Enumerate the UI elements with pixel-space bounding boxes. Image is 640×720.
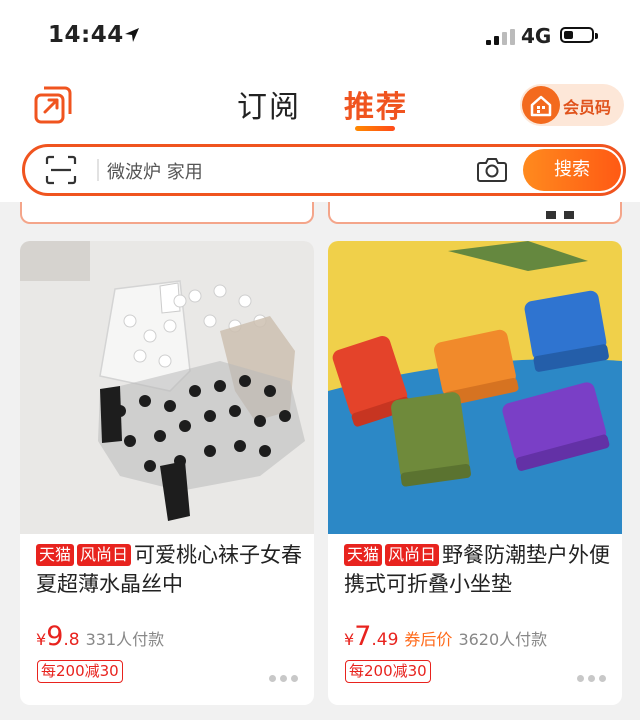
battery-icon	[560, 27, 598, 43]
more-options-icon[interactable]	[265, 667, 298, 686]
price-row: ¥7.49 券后价 3620人付款	[344, 621, 548, 652]
scan-icon[interactable]	[45, 155, 77, 185]
tmall-badge: 天猫	[36, 544, 75, 566]
tab-subscribe[interactable]: 订阅	[237, 82, 301, 126]
status-time: 14:44	[48, 22, 124, 48]
product-title-text: 可爱桃心袜子女春夏超薄水晶丝中	[36, 543, 303, 596]
product-title-text: 野餐防潮垫户外便携式可折叠小坐垫	[344, 543, 611, 596]
product-card[interactable]: 天猫 风尚日 野餐防潮垫户外便携式可折叠小坐垫 ¥7.49 券后价 3620人付款 每2…	[328, 241, 622, 705]
price-decimal: .8	[63, 630, 80, 650]
product-title[interactable]: 天猫 风尚日 野餐防潮垫户外便携式可折叠小坐垫	[344, 541, 612, 599]
previous-card-left[interactable]	[20, 202, 314, 224]
search-bar[interactable]: 微波炉 家用 搜索	[22, 144, 626, 196]
active-tab-indicator	[355, 126, 395, 131]
fashion-day-badge: 风尚日	[385, 544, 440, 566]
sold-count: 331人付款	[85, 630, 165, 649]
search-divider	[97, 159, 99, 181]
search-input[interactable]: 微波炉 家用	[107, 158, 203, 184]
location-arrow-icon	[125, 28, 139, 42]
price-decimal: .49	[371, 630, 399, 650]
promo-tag: 每200减30	[37, 660, 123, 683]
coupon-price-label: 券后价	[404, 630, 453, 649]
price-row: ¥9.8 331人付款	[36, 621, 165, 652]
foldable-seat-pads-photo[interactable]	[328, 241, 622, 534]
heart-pattern-socks-photo[interactable]	[20, 241, 314, 534]
product-card[interactable]: 天猫 风尚日 可爱桃心袜子女春夏超薄水晶丝中 ¥9.8 331人付款 每200减30	[20, 241, 314, 705]
search-button[interactable]: 搜索	[523, 149, 621, 191]
header: 订阅 推荐 会员码 微波炉 家用 搜索	[0, 72, 640, 202]
network-type: 4G	[521, 24, 552, 48]
signal-strength-icon	[486, 29, 515, 45]
member-code-button[interactable]: 会员码	[520, 84, 624, 126]
product-title[interactable]: 天猫 风尚日 可爱桃心袜子女春夏超薄水晶丝中	[36, 541, 304, 599]
previous-card-right[interactable]	[328, 202, 622, 224]
status-bar: 14:44 4G	[0, 0, 640, 72]
member-house-icon	[522, 86, 560, 124]
tab-recommend[interactable]: 推荐	[344, 82, 408, 126]
switch-window-icon[interactable]	[34, 86, 72, 124]
tmall-badge: 天猫	[344, 544, 383, 566]
currency-symbol: ¥	[344, 630, 355, 649]
sold-count: 3620人付款	[458, 630, 548, 649]
member-code-label: 会员码	[563, 98, 612, 117]
camera-icon[interactable]	[477, 156, 507, 182]
price-integer: 7	[354, 621, 372, 652]
promo-tag: 每200减30	[345, 660, 431, 683]
fashion-day-badge: 风尚日	[77, 544, 132, 566]
more-options-icon[interactable]	[573, 667, 606, 686]
currency-symbol: ¥	[36, 630, 47, 649]
previous-card-marks	[538, 204, 574, 223]
price-integer: 9	[46, 621, 64, 652]
